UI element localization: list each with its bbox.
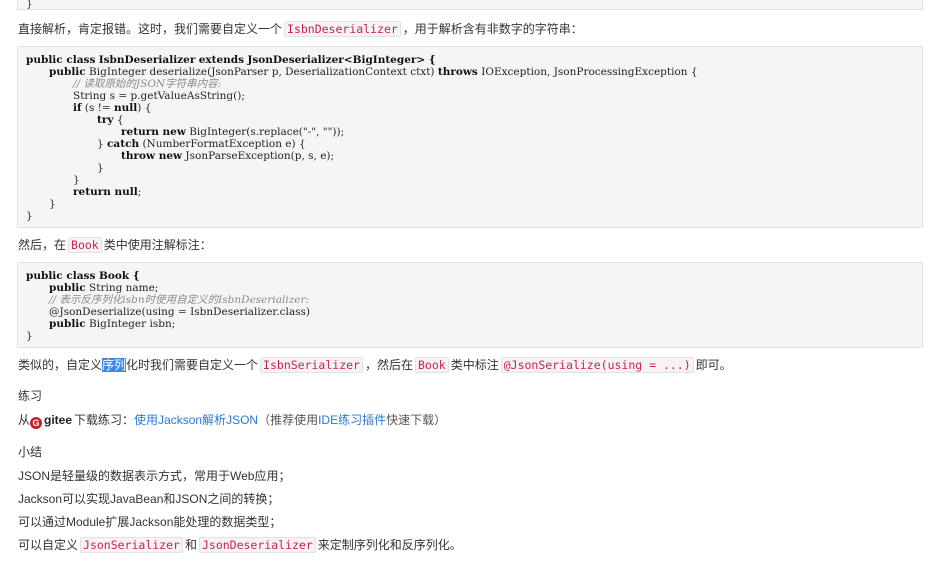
summary-item: Jackson可以实现JavaBean和JSON之间的转换； <box>18 492 280 506</box>
similar-paragraph: 类似的，自定义序列化时我们需要自定义一个 IsbnSerializer ，然后在 Bo… <box>18 357 732 373</box>
inline-code: JsonSerializer <box>80 537 183 553</box>
code-line: return null; <box>73 186 142 198</box>
inline-code: Book <box>415 357 449 373</box>
code-line: throw new JsonParseException(p, s, e); <box>121 150 335 162</box>
code-block-isbn-deserializer: public class IsbnDeserializer extends Js… <box>17 46 923 228</box>
code-line: public class IsbnDeserializer extends Js… <box>26 54 436 66</box>
intro-paragraph: 直接解析，肯定报错。这时，我们需要自定义一个 IsbnDeserializer ，用… <box>18 20 583 38</box>
code-line: public class Book { <box>26 270 140 282</box>
code-line: return new BigInteger(s.replace("-", "")… <box>121 126 345 138</box>
article-content: } 直接解析，肯定报错。这时，我们需要自定义一个 IsbnDeserializer… <box>0 0 932 564</box>
code-comment: // 读取原始的JSON字符串内容: <box>73 78 222 90</box>
code-line: try { <box>97 114 124 126</box>
gitee-logo-text[interactable]: gitee <box>44 413 72 427</box>
code-line: } <box>49 198 56 210</box>
code-line: } <box>97 162 104 174</box>
summary-item: JSON是轻量级的数据表示方式，常用于Web应用； <box>18 469 291 483</box>
then-paragraph: 然后，在 Book 类中使用注解标注： <box>18 237 212 253</box>
code-line: } <box>26 210 33 222</box>
intro-text: ，用于解析含有非数字的字符串： <box>402 22 583 36</box>
code-comment: // 表示反序列化isbn时使用自定义的IsbnDeserializer: <box>49 294 310 306</box>
code-line: if (s != null) { <box>73 102 152 114</box>
code-line: @JsonDeserialize(using = IsbnDeserialize… <box>49 306 311 318</box>
text-selection[interactable]: 序列 <box>102 358 127 372</box>
inline-code: @JsonSerialize(using = ...) <box>500 357 694 373</box>
practice-heading: 练习 <box>18 389 43 403</box>
summary-item: 可以通过Module扩展Jackson能处理的数据类型； <box>18 515 282 529</box>
code-line: } catch (NumberFormatException e) { <box>97 138 306 150</box>
summary-heading: 小结 <box>18 445 43 459</box>
code-line: } <box>26 0 33 10</box>
code-line: String s = p.getValueAsString(); <box>73 90 245 102</box>
code-line: public String name; <box>49 282 159 294</box>
inline-code: IsbnDeserializer <box>284 21 401 37</box>
summary-item: 可以自定义 JsonSerializer 和 JsonDeserializer 来定制序… <box>18 537 462 553</box>
code-line: public BigInteger isbn; <box>49 318 176 330</box>
intro-text: 直接解析，肯定报错。这时，我们需要自定义一个 <box>18 22 283 36</box>
ide-plugin-link[interactable]: IDE练习插件 <box>318 413 386 427</box>
code-line: } <box>73 174 80 186</box>
gitee-logo-icon[interactable]: G <box>30 417 43 429</box>
inline-code: JsonDeserializer <box>198 537 316 553</box>
code-line: } <box>26 330 33 342</box>
practice-paragraph: 从 Ggitee 下载练习：使用Jackson解析JSON（推荐使用IDE练习插件快… <box>18 413 447 429</box>
code-line: public BigInteger deserialize(JsonParser… <box>49 66 698 78</box>
inline-code: IsbnSerializer <box>260 357 363 373</box>
inline-code: Book <box>68 237 102 253</box>
practice-link[interactable]: 使用Jackson解析JSON <box>134 413 258 427</box>
code-block-book: public class Book { public String name; … <box>17 262 923 348</box>
previous-code-block: } <box>17 0 923 10</box>
